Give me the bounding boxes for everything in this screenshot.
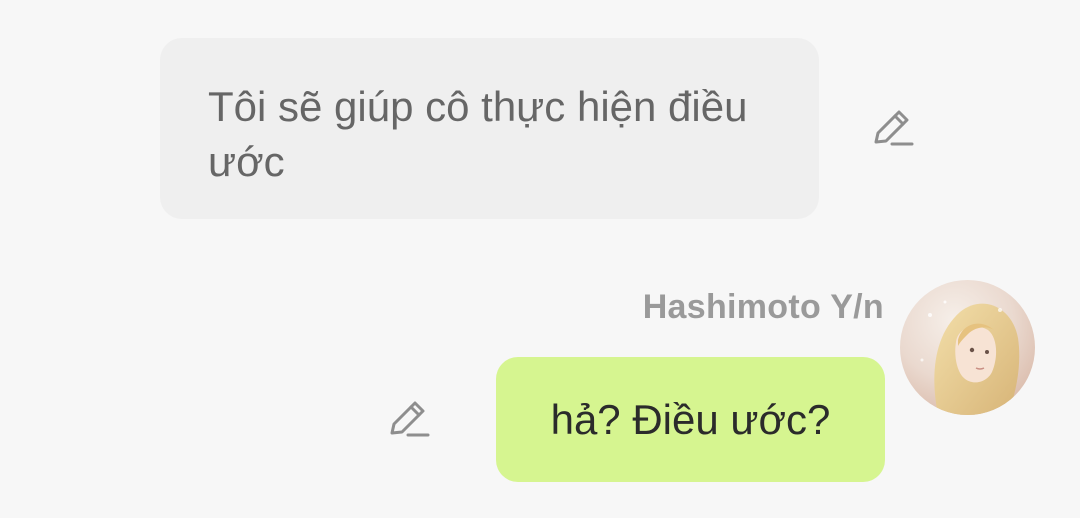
sender-name: Hashimoto Y/n	[642, 288, 884, 326]
message-bubble-incoming[interactable]: Tôi sẽ giúp cô thực hiện điều ước	[160, 38, 819, 219]
pencil-edit-icon[interactable]	[386, 397, 430, 441]
message-text: Tôi sẽ giúp cô thực hiện điều ước	[208, 83, 748, 185]
pencil-edit-icon[interactable]	[870, 106, 914, 150]
user-avatar[interactable]	[900, 280, 1035, 415]
message-text: hả? Điều ước?	[550, 395, 831, 443]
message-bubble-outgoing[interactable]: hả? Điều ước?	[496, 357, 885, 482]
